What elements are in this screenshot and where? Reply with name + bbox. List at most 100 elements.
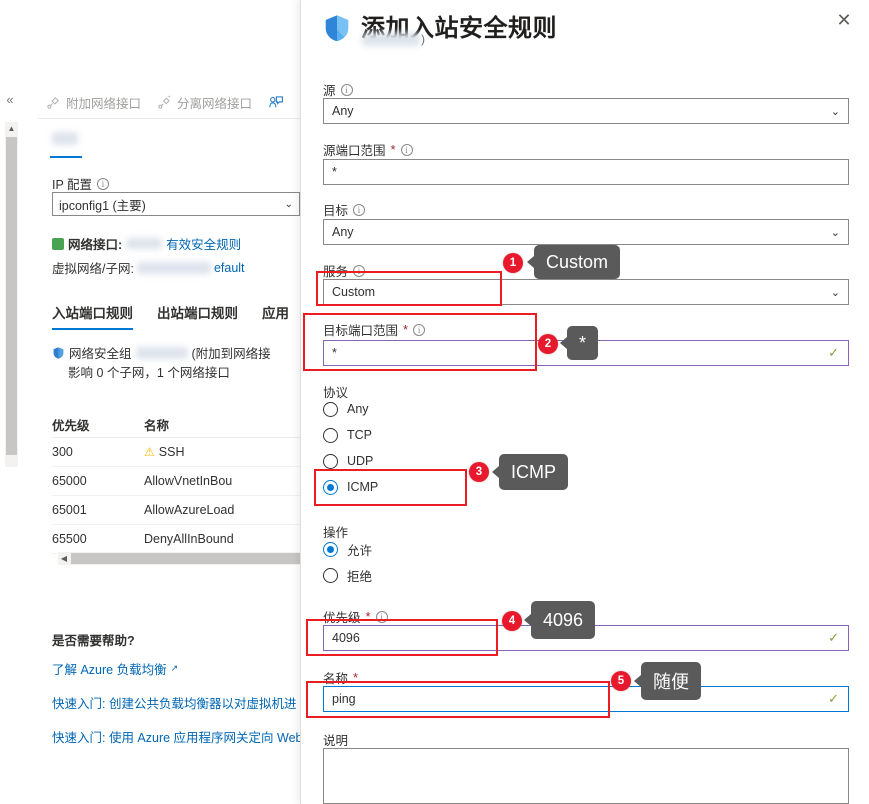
help-link-quickstart-lb[interactable]: 快速入门: 创建公共负载均衡器以对虚拟机进 [52,693,296,712]
name-value: ping [332,692,356,706]
tab-outbound-port-rules[interactable]: 出站端口规则 [157,302,238,330]
table-row[interactable]: 65500 DenyAllInBound [52,525,300,554]
attach-nic-button[interactable]: 附加网络接口 [38,93,149,112]
name-input[interactable]: ping ✓ [323,686,849,712]
protocol-radio-udp[interactable]: UDP [323,448,378,474]
ip-config-label: IP 配置 i [52,174,110,193]
vertical-scrollbar-thumb[interactable] [6,137,17,455]
required-marker: * [353,670,359,685]
panel-header: 添加入站安全规则 ) ✕ [301,0,869,62]
annotation-badge-4: 4 [502,611,522,631]
action-radio-group: 允许 拒绝 [323,536,372,588]
info-icon[interactable]: i [375,610,388,623]
help-section-title: 是否需要帮助? [52,634,135,648]
effective-security-rules-link[interactable]: 有效安全规则 [166,234,241,253]
info-icon[interactable]: i [353,264,366,277]
protocol-radio-group: Any TCP UDP ICMP [323,396,378,500]
port-rules-tabs: 入站端口规则 出站端口规则 应用 [52,302,289,330]
nic-icon [52,237,64,250]
help-link-load-balancing[interactable]: 了解 Azure 负载均衡 ↗ [52,659,178,678]
detach-nic-label: 分离网络接口 [177,96,253,111]
feedback-button[interactable] [260,95,291,110]
table-row[interactable]: 300 ⚠ SSH [52,438,300,467]
vnet-subnet-label: 虚拟网络/子网: [52,262,134,276]
cell-name: ⚠ SSH [144,445,185,459]
priority-value: 4096 [332,631,360,645]
annotation-tooltip-3: ICMP [492,454,568,490]
nsg-suffix: (附加到网络接 [191,347,271,361]
annotation-tooltip-1: Custom [526,245,621,279]
source-port-ranges-value: * [332,165,337,179]
service-label: 服务 i [323,261,366,280]
annotation-tooltip-4: 4096 [523,601,596,639]
vnet-subnet-row: 虚拟网络/子网: efault [52,258,245,277]
source-port-ranges-input[interactable]: * [323,159,849,185]
destination-label: 目标 i [323,200,366,219]
required-marker: * [390,142,396,157]
radio-icon-selected [323,479,338,495]
radio-icon [323,401,338,417]
annotation-badge-1: 1 [503,253,523,273]
source-select[interactable]: Any ⌄ [323,98,849,124]
destination-select[interactable]: Any ⌄ [323,219,849,245]
column-header-priority: 优先级 [52,419,90,433]
add-inbound-security-rule-panel: 添加入站安全规则 ) ✕ 源 i Any ⌄ 源端口范围 * i * 目标 i … [300,0,869,804]
required-marker: * [365,609,371,624]
action-radio-allow[interactable]: 允许 [323,536,372,562]
valid-check-icon: ✓ [828,630,839,645]
cell-priority: 65500 [52,532,87,546]
cell-priority: 65001 [52,503,87,517]
attach-nic-icon [46,95,61,110]
destination-port-ranges-label: 目标端口范围 * i [323,320,426,339]
info-icon[interactable]: i [97,177,110,190]
info-icon[interactable]: i [353,203,366,216]
table-row[interactable]: 65000 AllowVnetInBou [52,467,300,496]
radio-icon [323,427,338,443]
info-icon[interactable]: i [400,143,413,156]
horizontal-scrollbar-thumb[interactable] [71,553,300,564]
ip-config-value: ipconfig1 (主要) [59,198,146,213]
warning-icon: ⚠ [144,445,155,459]
info-icon[interactable]: i [413,323,426,336]
close-icon[interactable]: ✕ [830,6,858,34]
info-icon[interactable]: i [340,83,353,96]
service-value: Custom [332,285,376,299]
vnet-subnet-value[interactable]: efault [214,261,245,275]
screenshot-root: « ▲ 附加网络接口 分离网络接口 IP 配置 i ipconfig1 (主要)… [0,0,869,804]
scroll-left-icon[interactable]: ◀ [58,552,70,565]
collapse-blade-icon[interactable]: « [2,92,18,108]
network-interface-row: 网络接口: 有效安全规则 [52,234,300,253]
blade-command-bar: 附加网络接口 分离网络接口 [38,86,300,118]
protocol-radio-tcp[interactable]: TCP [323,422,378,448]
tab-inbound-port-rules[interactable]: 入站端口规则 [52,302,133,330]
valid-check-icon: ✓ [828,691,839,706]
radio-icon [323,453,338,469]
action-radio-deny[interactable]: 拒绝 [323,562,372,588]
detach-nic-button[interactable]: 分离网络接口 [149,93,260,112]
radio-icon-selected [323,541,338,557]
shield-icon [52,346,65,360]
scroll-up-icon[interactable]: ▲ [5,122,18,135]
annotation-badge-3: 3 [469,462,489,482]
chevron-down-icon: ⌄ [830,226,840,239]
shield-icon [323,12,351,44]
description-textarea[interactable] [323,748,849,804]
priority-label: 优先级 * i [323,607,388,626]
blade-divider [38,118,300,119]
nsg-impact-text: 影响 0 个子网，1 个网络接口 [68,366,230,380]
protocol-radio-icmp[interactable]: ICMP [323,474,378,500]
tab-application[interactable]: 应用 [262,302,289,330]
table-row[interactable]: 65001 AllowAzureLoad [52,496,300,525]
ip-config-select[interactable]: ipconfig1 (主要) ⌄ [52,192,300,216]
help-link-quickstart-appgw[interactable]: 快速入门: 使用 Azure 应用程序网关定向 Web [52,727,300,746]
network-interface-label: 网络接口: [68,238,123,252]
description-label: 说明 [323,734,349,748]
name-label: 名称 * [323,670,359,686]
nsg-prefix: 网络安全组 [69,347,132,361]
cell-priority: 65000 [52,474,87,488]
protocol-radio-any[interactable]: Any [323,396,378,422]
valid-check-icon: ✓ [828,345,839,360]
service-select[interactable]: Custom ⌄ [323,279,849,305]
chevron-down-icon: ⌄ [830,286,840,299]
destination-port-ranges-value: * [332,346,337,360]
